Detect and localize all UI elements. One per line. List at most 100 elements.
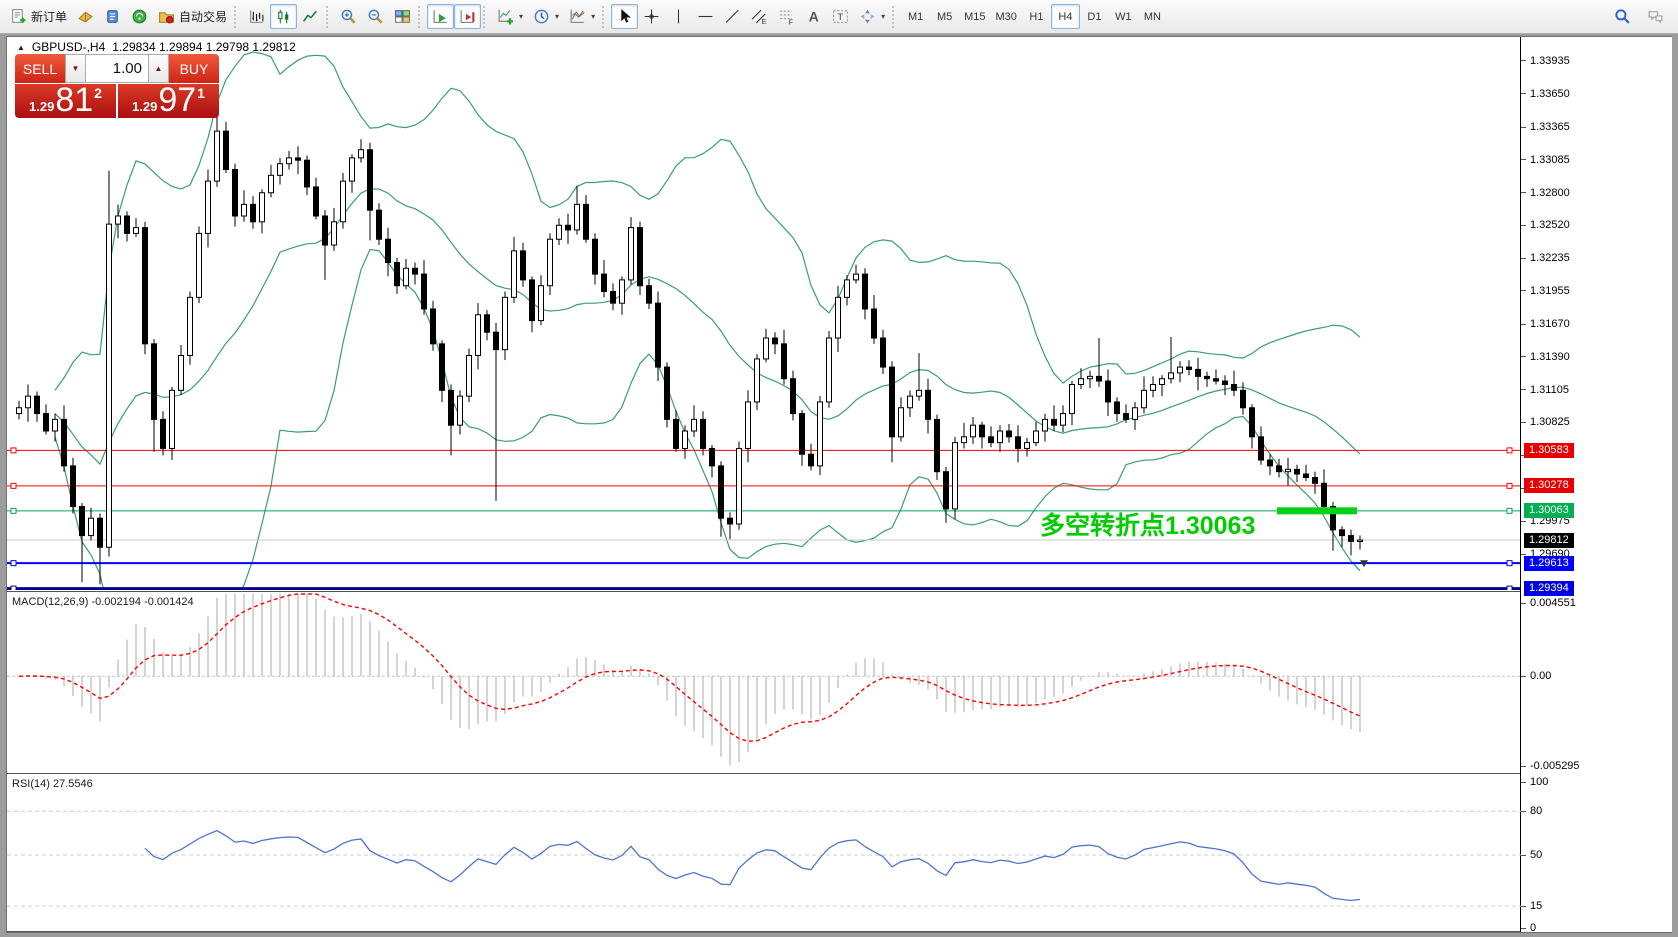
fibonacci-button[interactable]: F — [773, 4, 800, 29]
line-chart-button[interactable] — [297, 4, 324, 29]
equidistant-channel-button[interactable]: E — [746, 4, 773, 29]
collapse-one-click-arrow[interactable]: ▲ — [17, 43, 25, 52]
pivot-annotation-text[interactable]: 多空转折点1.30063 — [1040, 511, 1255, 540]
tile-windows-button[interactable] — [389, 4, 416, 29]
chat-button[interactable] — [1642, 4, 1669, 29]
trendline-button[interactable] — [719, 4, 746, 29]
hline-handle[interactable] — [1507, 448, 1512, 453]
text-button[interactable]: A — [800, 4, 827, 29]
autotrading-button[interactable]: 自动交易 — [153, 4, 232, 29]
price-level-badge: 1.29394 — [1524, 581, 1574, 596]
new-order-button[interactable]: 新订单 — [5, 4, 72, 29]
candle — [251, 204, 256, 221]
autotrading-label: 自动交易 — [179, 8, 227, 25]
candle — [431, 309, 436, 344]
candle — [1124, 414, 1129, 420]
candle — [1241, 390, 1246, 407]
hline-handle[interactable] — [1507, 561, 1512, 566]
templates-button[interactable]: ▾ — [564, 4, 600, 29]
volume-input[interactable] — [86, 54, 148, 83]
tick-dash — [1521, 906, 1526, 907]
candle — [242, 204, 247, 216]
cursor-button[interactable] — [611, 4, 638, 29]
hline-handle[interactable] — [11, 448, 16, 453]
hline-handle[interactable] — [11, 561, 16, 566]
volume-decrease-button[interactable]: ▼ — [65, 54, 86, 83]
candle — [746, 402, 751, 448]
macd-signal-line — [19, 594, 1360, 741]
price-tick-label: 1.31670 — [1521, 317, 1570, 331]
candle — [773, 338, 778, 344]
data-window-button[interactable] — [99, 4, 126, 29]
chart-shift-button[interactable] — [454, 4, 481, 29]
tf-m15-button[interactable]: M15 — [959, 4, 990, 29]
candle — [287, 158, 292, 164]
horizontal-line-button[interactable] — [692, 4, 719, 29]
tf-m1-label: M1 — [908, 11, 923, 23]
price-level-badge: 1.30278 — [1524, 478, 1574, 493]
tf-m30-button[interactable]: M30 — [991, 4, 1022, 29]
bar-chart-button[interactable] — [243, 4, 270, 29]
price-chart[interactable]: 多空转折点1.30063 — [7, 37, 1521, 932]
candle — [107, 224, 112, 547]
hline-handle[interactable] — [1507, 483, 1512, 488]
candle — [836, 297, 841, 338]
candlestick-chart-button[interactable] — [270, 4, 297, 29]
tf-mn-button[interactable]: MN — [1138, 4, 1167, 29]
buy-button[interactable]: BUY — [169, 54, 219, 83]
periods-icon — [533, 8, 550, 25]
sell-price-tile[interactable]: 1.29812 — [15, 84, 116, 118]
candle — [629, 228, 634, 280]
candle — [404, 268, 409, 285]
navigator-button[interactable] — [126, 4, 153, 29]
hline-handle[interactable] — [11, 508, 16, 513]
buy-price-pip: 1 — [197, 86, 205, 100]
tf-m5-button[interactable]: M5 — [930, 4, 959, 29]
indicators-button[interactable]: ▾ — [492, 4, 528, 29]
tf-m1-button[interactable]: M1 — [901, 4, 930, 29]
green-level-segment[interactable] — [1277, 507, 1357, 514]
trendline-icon — [724, 8, 741, 25]
candle — [557, 225, 562, 239]
candle — [647, 286, 652, 303]
candle — [710, 448, 715, 465]
hline-handle[interactable] — [1507, 508, 1512, 513]
price-axis[interactable]: 1.339351.336501.333651.330851.328001.325… — [1521, 37, 1672, 932]
tf-h4-button[interactable]: H4 — [1051, 4, 1080, 29]
candle — [665, 367, 670, 419]
sell-button[interactable]: SELL — [15, 54, 65, 83]
candle — [1277, 466, 1282, 472]
tick-dash — [1521, 811, 1526, 812]
crosshair-button[interactable] — [638, 4, 665, 29]
search-button[interactable] — [1609, 4, 1636, 29]
crosshair-icon — [643, 8, 660, 25]
candle — [791, 379, 796, 414]
rsi-axis-label: 80 — [1521, 804, 1542, 818]
periods-button[interactable]: ▾ — [528, 4, 564, 29]
toolbar-separator — [234, 6, 239, 28]
volume-increase-button[interactable]: ▲ — [148, 54, 169, 83]
candle — [359, 150, 364, 158]
shapes-button[interactable]: ▾ — [854, 4, 890, 29]
auto-scroll-button[interactable] — [427, 4, 454, 29]
main-pane: 多空转折点1.30063 — [7, 52, 1521, 633]
candle — [980, 425, 985, 437]
tick-dash — [1521, 766, 1526, 767]
vertical-line-button[interactable] — [665, 4, 692, 29]
tf-mn-label: MN — [1144, 11, 1161, 23]
candle — [323, 216, 328, 245]
zoom-in-button[interactable] — [335, 4, 362, 29]
hline-handle[interactable] — [11, 483, 16, 488]
macd-indicator-label: MACD(12,26,9) -0.002194 -0.001424 — [12, 596, 194, 608]
tf-w1-button[interactable]: W1 — [1109, 4, 1138, 29]
zoom-out-button[interactable] — [362, 4, 389, 29]
tf-h1-button[interactable]: H1 — [1022, 4, 1051, 29]
buy-price-tile[interactable]: 1.29971 — [118, 84, 219, 118]
text-label-button[interactable]: T — [827, 4, 854, 29]
market-watch-button[interactable] — [72, 4, 99, 29]
tf-d1-button[interactable]: D1 — [1080, 4, 1109, 29]
chevron-down-icon: ▾ — [555, 12, 559, 21]
shapes-icon — [859, 8, 876, 25]
hline-handle[interactable] — [11, 586, 16, 591]
hline-handle[interactable] — [1507, 586, 1512, 591]
